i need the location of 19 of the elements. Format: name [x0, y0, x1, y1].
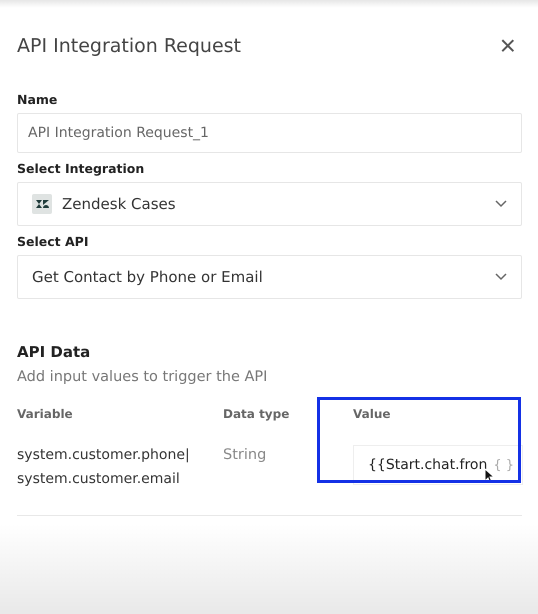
data-type-cell-text: String: [223, 446, 268, 465]
variable-cell-text: system.customer.phone|system.customer.email: [17, 446, 191, 489]
dialog-title: API Integration Request: [17, 35, 242, 57]
column-header: Value: [352, 407, 392, 421]
column-header: Data type: [223, 407, 290, 421]
chevron-down-icon: [495, 273, 507, 281]
field-label: Select Integration: [17, 161, 146, 176]
close-button[interactable]: ×: [494, 32, 522, 60]
section-subtitle: Add input values to trigger the API: [17, 369, 268, 385]
select-dropdown[interactable]: Get Contact by Phone or Email: [17, 255, 522, 299]
value-input-field[interactable]: {{Start.chat.fron { }: [353, 445, 523, 485]
section-title: API Data: [17, 343, 92, 361]
chevron-down-icon: [495, 200, 507, 208]
field-label: Name: [17, 92, 58, 107]
integration-logo-icon: [32, 194, 52, 214]
name-input-field[interactable]: API Integration Request_1: [17, 113, 522, 153]
field-label: Select API: [17, 234, 90, 249]
column-header: Variable: [17, 407, 74, 421]
select-dropdown[interactable]: Zendesk Cases: [17, 182, 522, 226]
